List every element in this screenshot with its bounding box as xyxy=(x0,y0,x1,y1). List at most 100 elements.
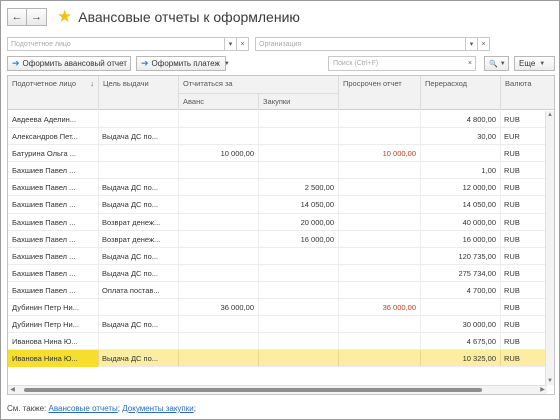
arrow-right-icon: ➔ xyxy=(12,58,20,68)
col-header-overdue[interactable]: Просрочен отчет xyxy=(338,76,420,110)
cell-overspend: 120 735,00 xyxy=(458,251,496,261)
cell-purpose: Выдача ДС по... xyxy=(102,132,159,142)
cell-currency: RUB xyxy=(504,166,520,176)
table-row[interactable]: Бахшиев Павел ... Выдача ДС по... 275 734,… xyxy=(8,264,554,282)
cell-person: Бахшиев Павел ... xyxy=(12,217,76,227)
cell-overdue xyxy=(338,196,420,213)
cell-person: Авдеева Аделин... xyxy=(12,115,77,124)
cell-purchases xyxy=(258,350,338,367)
table-row[interactable]: Бахшиев Павел ... Оплата постав... 4 700,0… xyxy=(8,281,554,300)
cell-overdue xyxy=(338,179,420,196)
purchase-documents-link[interactable]: Документы закупки xyxy=(122,404,193,413)
cell-person: Бахшиев Павел ... xyxy=(12,251,76,261)
table-row[interactable]: Бахшиев Павел ... Выдача ДС по... 2 500,00… xyxy=(8,179,554,197)
table-row[interactable]: Бахшиев Павел ... Возврат денеж... 20 000,… xyxy=(8,213,554,231)
forward-button[interactable]: → xyxy=(27,8,47,26)
cell-overdue xyxy=(338,231,420,248)
cell-currency: RUB xyxy=(504,149,520,159)
cell-person: Александров Пет... xyxy=(12,132,78,142)
cell-advance xyxy=(178,316,258,333)
scroll-down-icon[interactable]: ▼ xyxy=(546,377,554,385)
cell-overspend: 275 734,00 xyxy=(458,268,496,278)
cell-purpose: Выдача ДС по... xyxy=(102,251,159,261)
col-header-person[interactable]: Подотчетное лицо ↓ xyxy=(8,76,98,110)
table-row[interactable]: Иванова Нина Ю... Выдача ДС по... 10 325,0… xyxy=(8,350,554,368)
cell-overdue xyxy=(338,265,420,282)
org-filter-dropdown[interactable]: ▾ xyxy=(466,37,478,51)
org-filter-clear[interactable]: × xyxy=(478,37,490,51)
cell-advance xyxy=(178,214,258,231)
cell-person: Бахшиев Павел ... xyxy=(12,285,76,295)
cell-purchases: 2 500,00 xyxy=(304,183,334,193)
cell-overdue xyxy=(338,333,420,350)
search-input[interactable]: Поиск (Ctrl+F) × xyxy=(328,56,476,71)
cell-overspend: 1,00 xyxy=(481,166,496,176)
create-advance-report-label: Оформить авансовый отчет xyxy=(22,59,127,68)
cell-overspend xyxy=(420,145,500,162)
person-filter-input[interactable]: Подотчетное лицо xyxy=(7,37,225,51)
cell-advance xyxy=(178,128,258,145)
chevron-down-icon: ▼ xyxy=(539,60,546,67)
table-body: Авдеева Аделин... 4 800,00 RUB Александров … xyxy=(8,111,554,368)
table-row[interactable]: Бахшиев Павел ... Возврат денеж... 16 000,… xyxy=(8,230,554,248)
table-row[interactable]: Бахшиев Павел ... Выдача ДС по... 120 735,… xyxy=(8,247,554,265)
table-row[interactable]: Авдеева Аделин... 4 800,00 RUB xyxy=(8,111,554,129)
create-advance-report-button[interactable]: ➔ Оформить авансовый отчет xyxy=(7,56,131,71)
table-row[interactable]: Бахшиев Павел ... 1,00 RUB xyxy=(8,162,554,180)
person-filter-clear[interactable]: × xyxy=(237,37,249,51)
advance-reports-link[interactable]: Авансовые отчеты xyxy=(49,404,118,413)
col-header-overspend[interactable]: Перерасход xyxy=(420,76,500,110)
cell-currency: RUB xyxy=(504,320,520,330)
cell-advance: 36 000,00 xyxy=(220,303,254,313)
cell-overdue xyxy=(338,162,420,179)
cell-overspend: 30 000,00 xyxy=(462,320,496,330)
cell-overspend: 10 325,00 xyxy=(462,354,496,364)
col-header-purpose[interactable]: Цель выдачи xyxy=(98,76,178,110)
scroll-left-icon[interactable]: ◀ xyxy=(8,386,17,394)
horizontal-scrollbar[interactable]: ◀ ▶ xyxy=(8,385,547,394)
vertical-scrollbar[interactable]: ▲ ▼ xyxy=(545,111,554,385)
cell-purpose xyxy=(98,162,178,179)
horizontal-scroll-thumb[interactable] xyxy=(24,388,482,392)
favorite-star-icon[interactable]: ★ xyxy=(57,8,72,26)
cell-person: Дубинин Петр Ни... xyxy=(12,303,79,313)
table-row[interactable]: Батурина Ольга ... 10 000,00 10 000,00 RUB xyxy=(8,145,554,163)
cell-purpose xyxy=(98,145,178,162)
table-row[interactable]: Иванова Нина Ю... 4 675,00 RUB xyxy=(8,333,554,351)
person-filter-dropdown[interactable]: ▾ xyxy=(225,37,237,51)
col-header-purchases[interactable]: Закупки xyxy=(258,93,338,110)
cell-advance xyxy=(178,248,258,265)
cell-advance xyxy=(178,111,258,128)
table-row[interactable]: Дубинин Петр Ни... Выдача ДС по... 30 000,… xyxy=(8,316,554,334)
col-header-person-label: Подотчетное лицо xyxy=(12,79,76,88)
cell-overdue xyxy=(338,128,420,145)
cell-advance xyxy=(178,265,258,282)
cell-overdue: 10 000,00 xyxy=(382,149,416,159)
cell-purpose xyxy=(98,333,178,350)
cell-overdue xyxy=(338,214,420,231)
scroll-up-icon[interactable]: ▲ xyxy=(546,111,554,119)
cell-currency: RUB xyxy=(504,251,520,261)
table-row[interactable]: Александров Пет... Выдача ДС по... 30,00 EU… xyxy=(8,128,554,146)
more-button[interactable]: Еще ▼ xyxy=(514,56,555,71)
cell-overspend: 12 000,00 xyxy=(462,183,496,193)
org-filter-input[interactable]: Организация xyxy=(255,37,466,51)
search-clear-icon[interactable]: × xyxy=(468,60,472,67)
cell-person: Батурина Ольга ... xyxy=(12,149,76,159)
cell-advance xyxy=(178,162,258,179)
cell-overspend xyxy=(420,299,500,316)
search-button[interactable]: 🔍 ▼ xyxy=(484,56,509,71)
cell-overdue xyxy=(338,248,420,265)
create-payment-button[interactable]: ➔ Оформить платеж ▼ xyxy=(136,56,230,71)
cell-overdue xyxy=(338,350,420,367)
cell-currency: RUB xyxy=(504,217,520,227)
back-button[interactable]: ← xyxy=(7,8,27,26)
cell-purpose: Выдача ДС по... xyxy=(102,320,159,330)
cell-purchases xyxy=(258,316,338,333)
table-row[interactable]: Дубинин Петр Ни... 36 000,00 36 000,00 RUB xyxy=(8,299,554,317)
col-header-currency[interactable]: Валюта xyxy=(500,76,547,110)
col-header-advance[interactable]: Аванс xyxy=(178,93,258,110)
table-row[interactable]: Бахшиев Павел ... Выдача ДС по... 14 050,0… xyxy=(8,196,554,214)
scroll-right-icon[interactable]: ▶ xyxy=(538,386,547,394)
table-header: Подотчетное лицо ↓ Цель выдачи Отчитатьс… xyxy=(8,76,554,110)
